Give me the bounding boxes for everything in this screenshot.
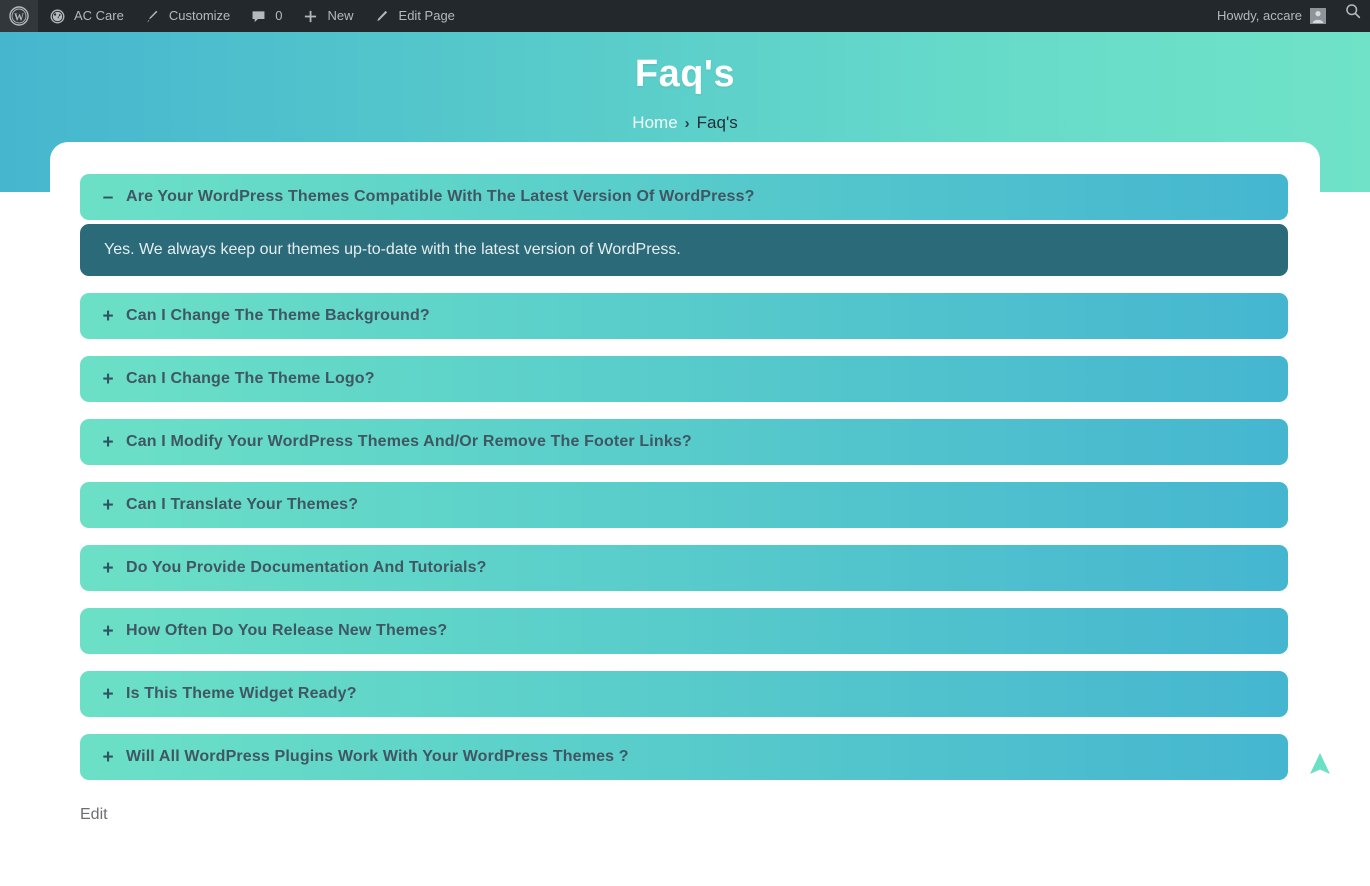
faq-accordion: – Are Your WordPress Themes Compatible Wi…: [80, 174, 1288, 780]
plus-icon: +: [102, 620, 114, 642]
faq-item: + Can I Translate Your Themes?: [80, 482, 1288, 528]
paintbrush-icon: [142, 6, 162, 26]
faq-item: + Is This Theme Widget Ready?: [80, 671, 1288, 717]
faq-question-text: Are Your WordPress Themes Compatible Wit…: [126, 188, 755, 205]
dashboard-icon: [47, 6, 67, 26]
breadcrumb: Home › Faq's: [0, 112, 1370, 135]
faq-question-text: How Often Do You Release New Themes?: [126, 622, 448, 639]
faq-item: – Are Your WordPress Themes Compatible Wi…: [80, 174, 1288, 276]
faq-question-header[interactable]: + How Often Do You Release New Themes?: [80, 608, 1288, 654]
faq-question-header[interactable]: + Is This Theme Widget Ready?: [80, 671, 1288, 717]
adminbar-comment-count: 0: [275, 8, 283, 23]
arrow-up-icon: [1307, 750, 1333, 783]
faq-question-header[interactable]: + Can I Change The Theme Logo?: [80, 356, 1288, 402]
wp-admin-bar: W AC Care Customize 0 New Edit Page Howd…: [0, 0, 1370, 32]
faq-answer-panel: Yes. We always keep our themes up-to-dat…: [80, 224, 1288, 276]
faq-answer-text: Yes. We always keep our themes up-to-dat…: [104, 241, 681, 258]
scroll-to-top-button[interactable]: [1304, 750, 1336, 782]
adminbar-customize[interactable]: Customize: [133, 0, 239, 32]
comment-bubble-icon: [248, 6, 268, 26]
adminbar-right-group: Howdy, accare: [1209, 0, 1370, 32]
plus-icon: +: [102, 305, 114, 327]
faq-question-header[interactable]: + Will All WordPress Plugins Work With Yo…: [80, 734, 1288, 780]
search-icon: [1344, 0, 1362, 32]
faq-item: + Can I Modify Your WordPress Themes And/…: [80, 419, 1288, 465]
svg-text:W: W: [14, 13, 24, 24]
plus-icon: +: [102, 494, 114, 516]
wordpress-logo-icon: W: [9, 6, 29, 26]
faq-question-text: Can I Modify Your WordPress Themes And/O…: [126, 433, 692, 450]
plus-icon: +: [102, 368, 114, 390]
adminbar-howdy-label: Howdy, accare: [1216, 8, 1302, 23]
breadcrumb-separator-icon: ›: [684, 115, 690, 132]
plus-icon: +: [102, 557, 114, 579]
avatar: [1310, 8, 1326, 24]
plus-icon: +: [102, 683, 114, 705]
content-card: – Are Your WordPress Themes Compatible Wi…: [50, 142, 1320, 848]
adminbar-edit-page-label: Edit Page: [398, 8, 455, 23]
faq-question-header[interactable]: + Can I Translate Your Themes?: [80, 482, 1288, 528]
faq-item: + Do You Provide Documentation And Tutori…: [80, 545, 1288, 591]
faq-question-header[interactable]: + Do You Provide Documentation And Tutori…: [80, 545, 1288, 591]
plus-icon: +: [102, 746, 114, 768]
faq-question-text: Can I Change The Theme Background?: [126, 307, 430, 324]
faq-item: + How Often Do You Release New Themes?: [80, 608, 1288, 654]
adminbar-new-content[interactable]: New: [292, 0, 363, 32]
adminbar-customize-label: Customize: [168, 8, 231, 23]
faq-item: + Can I Change The Theme Background?: [80, 293, 1288, 339]
faq-question-text: Will All WordPress Plugins Work With You…: [126, 748, 629, 765]
faq-question-text: Is This Theme Widget Ready?: [126, 685, 357, 702]
adminbar-my-account[interactable]: Howdy, accare: [1209, 0, 1336, 32]
faq-question-header[interactable]: + Can I Change The Theme Background?: [80, 293, 1288, 339]
adminbar-site-name[interactable]: AC Care: [38, 0, 133, 32]
faq-item: + Can I Change The Theme Logo?: [80, 356, 1288, 402]
edit-post-link[interactable]: Edit: [80, 806, 108, 824]
adminbar-site-name-label: AC Care: [74, 8, 124, 23]
adminbar-comments[interactable]: 0: [239, 0, 291, 32]
faq-item: + Will All WordPress Plugins Work With Yo…: [80, 734, 1288, 780]
adminbar-wordpress-logo[interactable]: W: [0, 0, 38, 32]
plus-icon: [301, 6, 321, 26]
faq-question-text: Can I Translate Your Themes?: [126, 496, 359, 513]
plus-icon: +: [102, 431, 114, 453]
breadcrumb-current: Faq's: [696, 113, 738, 132]
adminbar-edit-page[interactable]: Edit Page: [363, 0, 464, 32]
faq-question-text: Do You Provide Documentation And Tutoria…: [126, 559, 487, 576]
pencil-icon: [372, 6, 392, 26]
faq-question-header[interactable]: – Are Your WordPress Themes Compatible Wi…: [80, 174, 1288, 220]
adminbar-new-label: New: [327, 8, 354, 23]
adminbar-search-button[interactable]: [1336, 0, 1370, 32]
minus-icon: –: [102, 186, 114, 208]
page-title: Faq's: [634, 53, 736, 95]
faq-question-text: Can I Change The Theme Logo?: [126, 370, 375, 387]
faq-question-header[interactable]: + Can I Modify Your WordPress Themes And/…: [80, 419, 1288, 465]
breadcrumb-home-link[interactable]: Home: [632, 113, 677, 132]
